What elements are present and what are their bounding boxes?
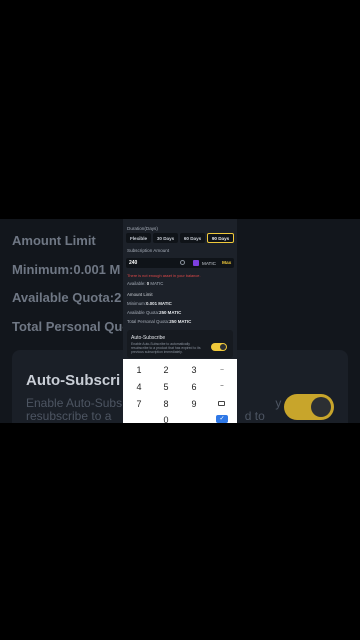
available-label: Available: (127, 281, 146, 286)
key-space[interactable]: ⌣ (212, 383, 232, 390)
duration-label: Duration(Days) (127, 226, 158, 231)
screen-content: Amount Limit Minimum:0.001 M Available Q… (0, 219, 360, 423)
subscribe-panel: Duration(Days) Flexible 30 Days 60 Days … (123, 219, 237, 423)
bg-auto-toggle (284, 394, 334, 420)
error-message: There is not enough asset in your balanc… (127, 273, 201, 278)
key-4[interactable]: 4 (129, 382, 149, 392)
key-8[interactable]: 8 (156, 399, 176, 409)
bg-available-quota: Available Quota:2 (12, 290, 122, 305)
total-quota-label: Total Personal Quota: (127, 319, 170, 324)
key-6[interactable]: 6 (184, 382, 204, 392)
tab-60-days[interactable]: 60 Days (180, 233, 205, 243)
key-minus[interactable]: – (212, 367, 232, 373)
total-quota-value: 250 MATIC (169, 319, 192, 324)
bg-auto-title: Auto-Subscri (26, 372, 121, 389)
available-balance: Available: 0 MATIC (127, 281, 163, 286)
key-9[interactable]: 9 (184, 399, 204, 409)
available-quota-value: 250 MATIC (159, 310, 182, 315)
total-quota-row: Total Personal Quota:250 MATIC (127, 319, 191, 324)
key-2[interactable]: 2 (156, 365, 176, 375)
duration-tabs: Flexible 30 Days 60 Days 90 Days (126, 233, 234, 243)
bg-auto-desc-2b: d to (244, 409, 265, 423)
clear-icon[interactable] (180, 260, 185, 265)
amount-input[interactable]: 240 MATIC Max (126, 258, 234, 268)
tab-30-days[interactable]: 30 Days (153, 233, 178, 243)
key-1[interactable]: 1 (129, 365, 149, 375)
available-quota-label: Available Quota: (127, 310, 160, 315)
bg-total-personal: Total Personal Quo (12, 319, 131, 334)
done-key[interactable]: ✓ (216, 415, 228, 423)
bg-auto-desc-1: Enable Auto-Subs (26, 396, 123, 410)
auto-subscribe-desc: Enable Auto-Subscribe to automatically r… (131, 342, 201, 354)
numeric-keypad: 1 2 3 – 4 5 6 ⌣ 7 8 9 0 ✓ (123, 359, 237, 423)
amount-limit-heading: Amount Limit (127, 292, 153, 297)
key-0[interactable]: 0 (156, 415, 176, 423)
tab-90-days[interactable]: 90 Days (207, 233, 234, 243)
backspace-icon[interactable] (218, 401, 225, 406)
subscription-amount-label: Subscription Amount (127, 248, 170, 253)
minimum-label: Minimum: (127, 301, 147, 306)
available-quota-row: Available Quota:250 MATIC (127, 310, 181, 315)
key-7[interactable]: 7 (129, 399, 149, 409)
available-value: 0 (146, 281, 150, 286)
bg-minimum: Minimum:0.001 M (12, 262, 121, 277)
available-unit: MATIC (150, 281, 164, 286)
tab-flexible[interactable]: Flexible (126, 233, 151, 243)
bg-auto-desc-2: resubscribe to a (26, 409, 112, 423)
matic-coin-icon (193, 260, 199, 266)
bg-amount-limit: Amount Limit (12, 233, 96, 248)
key-3[interactable]: 3 (184, 365, 204, 375)
minimum-row: Minimum:0.001 MATIC (127, 301, 172, 306)
auto-subscribe-title: Auto-Subscribe (131, 335, 166, 341)
max-button[interactable]: Max (222, 261, 231, 266)
key-5[interactable]: 5 (156, 382, 176, 392)
coin-name: MATIC (202, 260, 216, 266)
amount-value: 240 (129, 260, 138, 266)
auto-subscribe-toggle[interactable] (211, 343, 227, 351)
minimum-value: 0.001 MATIC (146, 301, 172, 306)
bg-auto-desc-1b: y (275, 396, 282, 410)
auto-subscribe-card: Auto-Subscribe Enable Auto-Subscribe to … (127, 330, 233, 358)
